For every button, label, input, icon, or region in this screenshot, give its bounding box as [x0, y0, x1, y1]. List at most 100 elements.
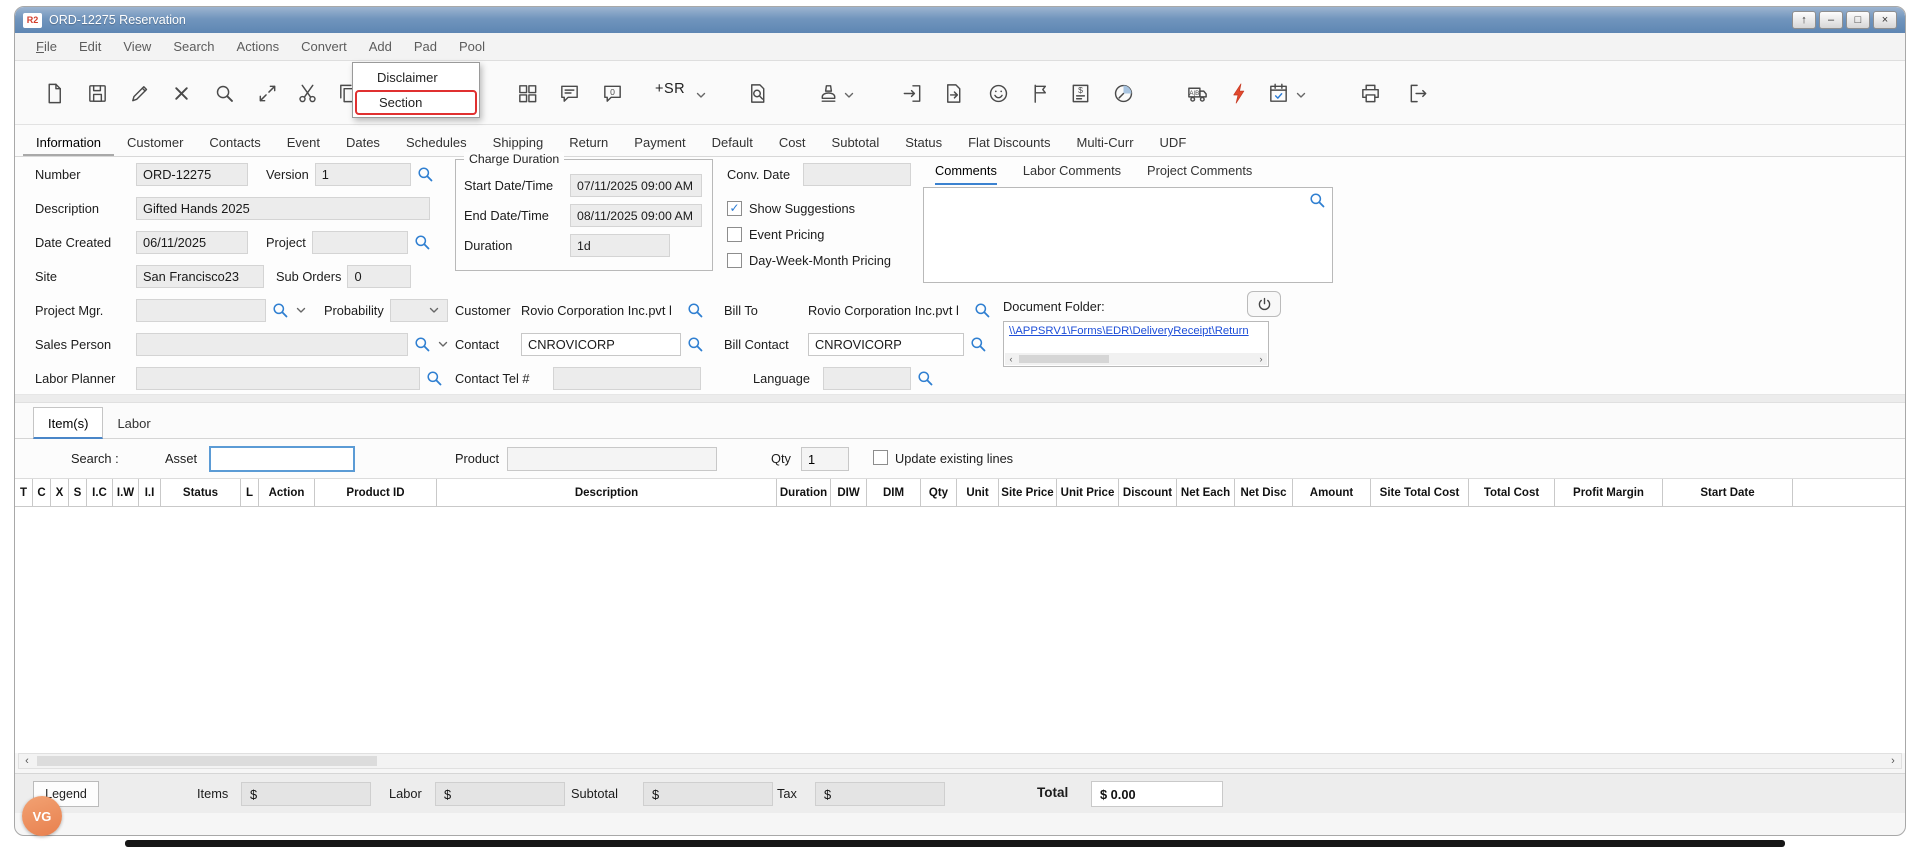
flag-icon[interactable]: [1025, 77, 1055, 109]
vg-badge[interactable]: VG: [22, 796, 62, 836]
column-header-description[interactable]: Description: [437, 479, 777, 506]
power-button[interactable]: [1247, 291, 1281, 317]
tab-event[interactable]: Event: [274, 128, 333, 156]
delete-icon[interactable]: [166, 77, 196, 109]
smiley-icon[interactable]: [983, 77, 1013, 109]
menu-pad[interactable]: Pad: [403, 34, 448, 59]
column-header-start-date[interactable]: Start Date: [1663, 479, 1793, 506]
site-field[interactable]: San Francisco23: [136, 265, 264, 288]
tab-information[interactable]: Information: [23, 128, 114, 156]
qty-input[interactable]: 1: [801, 447, 849, 471]
column-header-qty[interactable]: Qty: [921, 479, 957, 506]
project-field[interactable]: [312, 231, 408, 254]
project-mgr-search-icon[interactable]: [272, 302, 289, 319]
column-header-t[interactable]: T: [15, 479, 33, 506]
tab-multi-curr[interactable]: Multi-Curr: [1063, 128, 1146, 156]
scroll-right-icon[interactable]: ›: [1255, 354, 1267, 364]
column-header-discount[interactable]: Discount: [1119, 479, 1177, 506]
menu-actions[interactable]: Actions: [226, 34, 291, 59]
truck-icon[interactable]: A|B: [1182, 77, 1212, 109]
column-header-action[interactable]: Action: [259, 479, 315, 506]
labor-planner-field[interactable]: [136, 367, 420, 390]
bill-contact-search-icon[interactable]: [970, 336, 987, 353]
column-header-unit-price[interactable]: Unit Price: [1057, 479, 1119, 506]
duration-field[interactable]: 1d: [570, 234, 670, 257]
sales-person-search-icon[interactable]: [414, 336, 431, 353]
lightning-icon[interactable]: [1224, 77, 1254, 109]
asset-input[interactable]: [209, 446, 355, 472]
bill-to-search-icon[interactable]: [974, 302, 991, 319]
tab-return[interactable]: Return: [556, 128, 621, 156]
menu-search[interactable]: Search: [162, 34, 225, 59]
column-header-site-total-cost[interactable]: Site Total Cost: [1371, 479, 1469, 506]
document-folder-link[interactable]: \\APPSRV1\Forms\EDR\DeliveryReceipt\Retu…: [1004, 322, 1268, 337]
comment-icon[interactable]: [554, 77, 584, 109]
column-header-x[interactable]: X: [51, 479, 69, 506]
close-button[interactable]: ×: [1873, 11, 1897, 29]
column-header-diw[interactable]: DIW: [831, 479, 867, 506]
column-header-c[interactable]: C: [33, 479, 51, 506]
tab-flat-discounts[interactable]: Flat Discounts: [955, 128, 1063, 156]
menu-add[interactable]: Add: [358, 34, 403, 59]
menu-view[interactable]: View: [112, 34, 162, 59]
comments-textarea[interactable]: [923, 187, 1333, 283]
tab-cost[interactable]: Cost: [766, 128, 819, 156]
cut-icon[interactable]: [292, 77, 322, 109]
menu-convert[interactable]: Convert: [290, 34, 358, 59]
column-header-duration[interactable]: Duration: [777, 479, 831, 506]
maximize-button[interactable]: □: [1846, 11, 1870, 29]
document-search-icon[interactable]: [742, 77, 772, 109]
menu-item-section[interactable]: Section: [355, 90, 477, 115]
bill-to-value[interactable]: Rovio Corporation Inc.pvt l: [808, 303, 968, 318]
expand-icon[interactable]: [252, 77, 282, 109]
date-created-field[interactable]: 06/11/2025: [136, 231, 248, 254]
column-header-l[interactable]: L: [241, 479, 259, 506]
column-header-i-c[interactable]: I.C: [87, 479, 113, 506]
sales-person-dropdown-icon[interactable]: [437, 338, 450, 351]
sr-button[interactable]: +SR: [655, 81, 685, 97]
column-header-net-disc[interactable]: Net Disc: [1235, 479, 1293, 506]
comments-tab-project-comments[interactable]: Project Comments: [1147, 163, 1252, 185]
contact-search-icon[interactable]: [687, 336, 704, 353]
day-week-month-pricing-checkbox[interactable]: [727, 253, 742, 268]
comments-tab-labor-comments[interactable]: Labor Comments: [1023, 163, 1121, 185]
customer-search-icon[interactable]: [687, 302, 704, 319]
menu-item-disclaimer[interactable]: Disclaimer: [353, 65, 479, 90]
number-field[interactable]: ORD-12275: [136, 163, 248, 186]
column-header-dim[interactable]: DIM: [867, 479, 921, 506]
edit-icon[interactable]: [124, 77, 154, 109]
column-header-i-i[interactable]: I.I: [139, 479, 161, 506]
project-mgr-field[interactable]: [136, 299, 266, 322]
language-search-icon[interactable]: [917, 370, 934, 387]
sales-person-field[interactable]: [136, 333, 408, 356]
show-suggestions-checkbox[interactable]: ✓: [727, 201, 742, 216]
start-datetime-field[interactable]: 07/11/2025 09:00 AM: [570, 174, 702, 197]
menu-file[interactable]: File: [25, 34, 68, 59]
tab-payment[interactable]: Payment: [621, 128, 698, 156]
column-header-status[interactable]: Status: [161, 479, 241, 506]
page-arrow-icon[interactable]: [938, 77, 968, 109]
customer-value[interactable]: Rovio Corporation Inc.pvt l: [521, 303, 681, 318]
column-header-amount[interactable]: Amount: [1293, 479, 1371, 506]
update-lines-checkbox[interactable]: [873, 450, 888, 465]
door-in-icon[interactable]: [897, 77, 927, 109]
hscroll-right-icon[interactable]: ›: [1885, 755, 1901, 767]
minimize-button[interactable]: –: [1819, 11, 1843, 29]
tab-contacts[interactable]: Contacts: [196, 128, 273, 156]
bill-contact-field[interactable]: CNROVICORP: [808, 333, 964, 356]
printer-icon[interactable]: [1355, 77, 1385, 109]
version-field[interactable]: 1: [315, 163, 411, 186]
product-input[interactable]: [507, 447, 717, 471]
tab-customer[interactable]: Customer: [114, 128, 196, 156]
scroll-left-icon[interactable]: ‹: [1005, 354, 1017, 364]
comments-tab-comments[interactable]: Comments: [935, 163, 997, 185]
tab-subtotal[interactable]: Subtotal: [819, 128, 893, 156]
menu-edit[interactable]: Edit: [68, 34, 112, 59]
column-header-s[interactable]: S: [69, 479, 87, 506]
conv-date-field[interactable]: [803, 163, 911, 186]
contact-tel-field[interactable]: [553, 367, 701, 390]
items-hscrollbar[interactable]: ‹ ›: [18, 753, 1902, 769]
language-field[interactable]: [823, 367, 911, 390]
stamp-icon[interactable]: [813, 77, 843, 109]
scroll-thumb[interactable]: [1019, 355, 1109, 363]
